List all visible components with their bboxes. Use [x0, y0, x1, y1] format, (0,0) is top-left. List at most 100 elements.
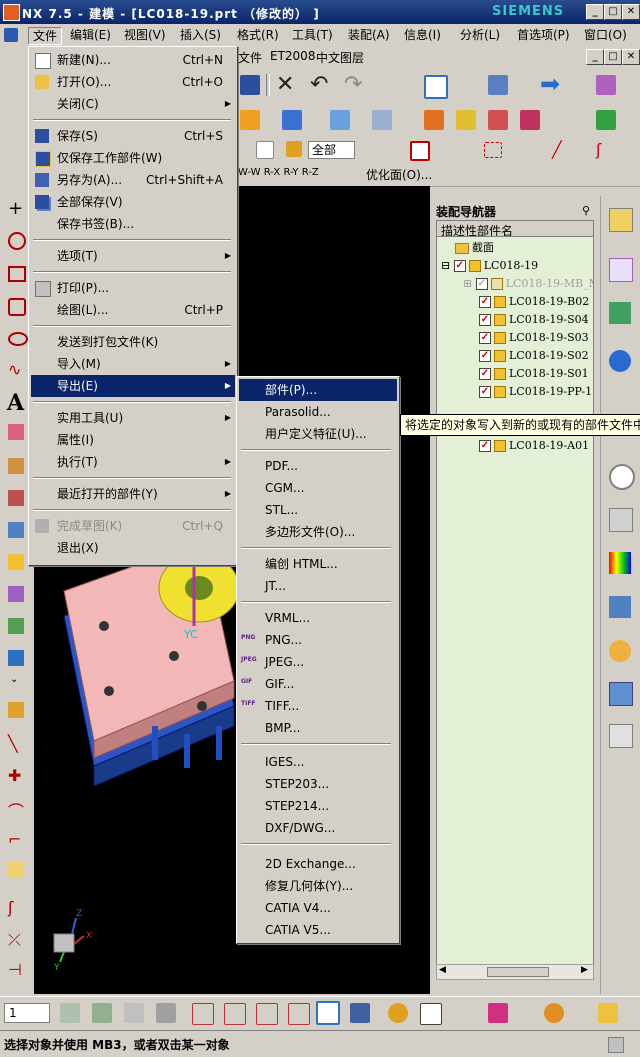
sweep-icon[interactable]	[8, 522, 24, 538]
export-item-jpeg[interactable]: JPEG JPEG...	[239, 651, 397, 673]
region-icon[interactable]	[8, 424, 24, 440]
trim-icon[interactable]	[8, 618, 24, 634]
export-item-pdf[interactable]: PDF...	[239, 455, 397, 477]
chamfer-icon[interactable]	[520, 110, 540, 130]
more-icon[interactable]: ⌄	[10, 674, 18, 685]
export-item-gif[interactable]: GIF GIF...	[239, 673, 397, 695]
rect-icon[interactable]	[8, 266, 26, 282]
menu-item-close[interactable]: 关闭(C) ▶	[31, 93, 235, 115]
menu-insert[interactable]: 插入(S)	[176, 27, 225, 43]
revolve-icon[interactable]	[8, 490, 24, 506]
horizontal-scrollbar[interactable]: ◀ ▶	[436, 964, 594, 980]
export-item-iges[interactable]: IGES...	[239, 751, 397, 773]
checkbox-icon[interactable]: ✓	[479, 296, 491, 308]
tree-row-part[interactable]: ✓ LC018-19-S01	[479, 365, 589, 383]
wcs-origin-icon[interactable]	[192, 1003, 214, 1025]
menu-item-properties[interactable]: 属性(I)	[31, 429, 235, 451]
checkbox-icon[interactable]: ✓	[479, 368, 491, 380]
spreadsheet-icon[interactable]	[596, 110, 616, 130]
doc-minimize-button[interactable]: _	[586, 49, 604, 65]
circle-icon[interactable]	[8, 232, 26, 250]
pin-icon[interactable]: ⚲	[582, 204, 590, 217]
curve-icon[interactable]: ʃ	[596, 140, 601, 159]
export-item-udf[interactable]: 用户定义特征(U)...	[239, 423, 397, 445]
tree-row-part[interactable]: ✓ LC018-19-B02	[479, 293, 589, 311]
export-item-stl[interactable]: STL...	[239, 499, 397, 521]
render-icon[interactable]	[598, 1003, 618, 1023]
roles-icon[interactable]	[609, 640, 631, 662]
menu-item-import[interactable]: 导入(M) ▶	[31, 353, 235, 375]
export-item-dxf-dwg[interactable]: DXF/DWG...	[239, 817, 397, 839]
blend-icon[interactable]	[488, 110, 508, 130]
spline-icon[interactable]: ∿	[8, 360, 21, 379]
cross-icon[interactable]: ✚	[8, 766, 21, 785]
menu-assembly[interactable]: 装配(A)	[344, 27, 394, 43]
extrude-icon[interactable]	[8, 458, 24, 474]
menu-item-save-bookmark[interactable]: 保存书签(B)...	[31, 213, 235, 235]
checkbox-icon[interactable]: ✓	[453, 260, 466, 272]
rz-label[interactable]: R-Z	[302, 167, 319, 178]
menu-item-recent-parts[interactable]: 最近打开的部件(Y) ▶	[31, 483, 235, 505]
line-tool-icon[interactable]: ╲	[8, 734, 18, 753]
menu-analysis[interactable]: 分析(L)	[456, 27, 504, 43]
export-item-png[interactable]: PNG PNG...	[239, 629, 397, 651]
export-item-bmp[interactable]: BMP...	[239, 717, 397, 739]
palette-icon[interactable]	[609, 552, 631, 574]
tree-icon[interactable]	[596, 75, 616, 95]
text-icon[interactable]: A	[7, 390, 24, 416]
dimension-icon[interactable]	[8, 702, 24, 718]
layer-dropdown[interactable]: 1	[4, 1003, 50, 1023]
minimize-button[interactable]: _	[586, 4, 604, 20]
checkbox-icon[interactable]: ✓	[479, 440, 491, 452]
arrow-right-icon[interactable]: ➡	[540, 70, 560, 98]
reuse-library-icon[interactable]	[609, 350, 631, 372]
export-item-2d-exchange[interactable]: 2D Exchange...	[239, 853, 397, 875]
maximize-button[interactable]: □	[604, 4, 622, 20]
menu-item-plot[interactable]: 绘图(L)... Ctrl+P	[31, 299, 235, 321]
process-studio-icon[interactable]	[609, 596, 631, 618]
export-item-cgm[interactable]: CGM...	[239, 477, 397, 499]
menu-item-save-all[interactable]: 全部保存(V)	[31, 191, 235, 213]
export-item-step214[interactable]: STEP214...	[239, 795, 397, 817]
arc-icon[interactable]: ⌒	[8, 798, 24, 822]
checkbox-icon[interactable]: ✓	[479, 386, 491, 398]
ry-label[interactable]: R-Y	[283, 167, 298, 178]
move-to-layer-icon[interactable]	[156, 1003, 176, 1023]
menu-info[interactable]: 信息(I)	[400, 27, 445, 43]
menu-window[interactable]: 窗口(O)	[580, 27, 631, 43]
doc-maximize-button[interactable]: □	[604, 49, 622, 65]
assembly-navigator-tab-icon[interactable]	[609, 208, 633, 232]
save-icon[interactable]	[240, 75, 260, 95]
menu-edit[interactable]: 编辑(E)	[66, 27, 115, 43]
export-item-polygon[interactable]: 多边形文件(O)...	[239, 521, 397, 543]
menu-preferences[interactable]: 首选项(P)	[513, 27, 574, 43]
filter-icon[interactable]	[256, 141, 274, 159]
system-materials-icon[interactable]	[609, 508, 633, 532]
export-item-catia-v5[interactable]: CATIA V5...	[239, 919, 397, 941]
curve-tool-icon[interactable]: ʃ	[8, 898, 13, 917]
constraint-icon[interactable]: ⊣	[8, 960, 22, 979]
redo-icon[interactable]: ↷	[344, 72, 362, 97]
checkbox-icon[interactable]: ✓	[479, 350, 491, 362]
menu-view[interactable]: 视图(V)	[120, 27, 170, 43]
tree-row-dim[interactable]: ⊞ ✓ LC018-19-MB_MO	[463, 275, 593, 293]
menu-tools[interactable]: 工具(T)	[288, 27, 337, 43]
tree-row-part[interactable]: ✓ LC018-19-A01	[479, 437, 589, 455]
snap-point-icon[interactable]	[388, 1003, 408, 1023]
wcs-orient-icon[interactable]	[288, 1003, 310, 1025]
block-icon[interactable]	[240, 110, 260, 130]
checkbox-icon[interactable]: ✓	[479, 314, 491, 326]
close-button[interactable]: ✕	[622, 4, 640, 20]
menu-item-new[interactable]: 新建(N)... Ctrl+N	[31, 49, 235, 71]
menu-item-utilities[interactable]: 实用工具(U) ▶	[31, 407, 235, 429]
tree-row-root[interactable]: ⊟ ✓ LC018-19	[441, 257, 538, 275]
export-item-parasolid[interactable]: Parasolid...	[239, 401, 397, 423]
pointer-icon[interactable]	[420, 1003, 442, 1025]
expand-icon[interactable]: ⊞	[463, 277, 476, 290]
quick-trim-icon[interactable]: ⤫	[8, 930, 21, 950]
tree-row-part[interactable]: ✓ LC018-19-PP-1.	[479, 383, 593, 401]
tree-row-section[interactable]: 截面	[455, 239, 494, 257]
hole-icon[interactable]	[8, 650, 24, 666]
menu-item-finish-sketch[interactable]: 完成草图(K) Ctrl+Q	[31, 515, 235, 537]
sub-menu-et2008[interactable]: ET2008	[270, 49, 315, 63]
